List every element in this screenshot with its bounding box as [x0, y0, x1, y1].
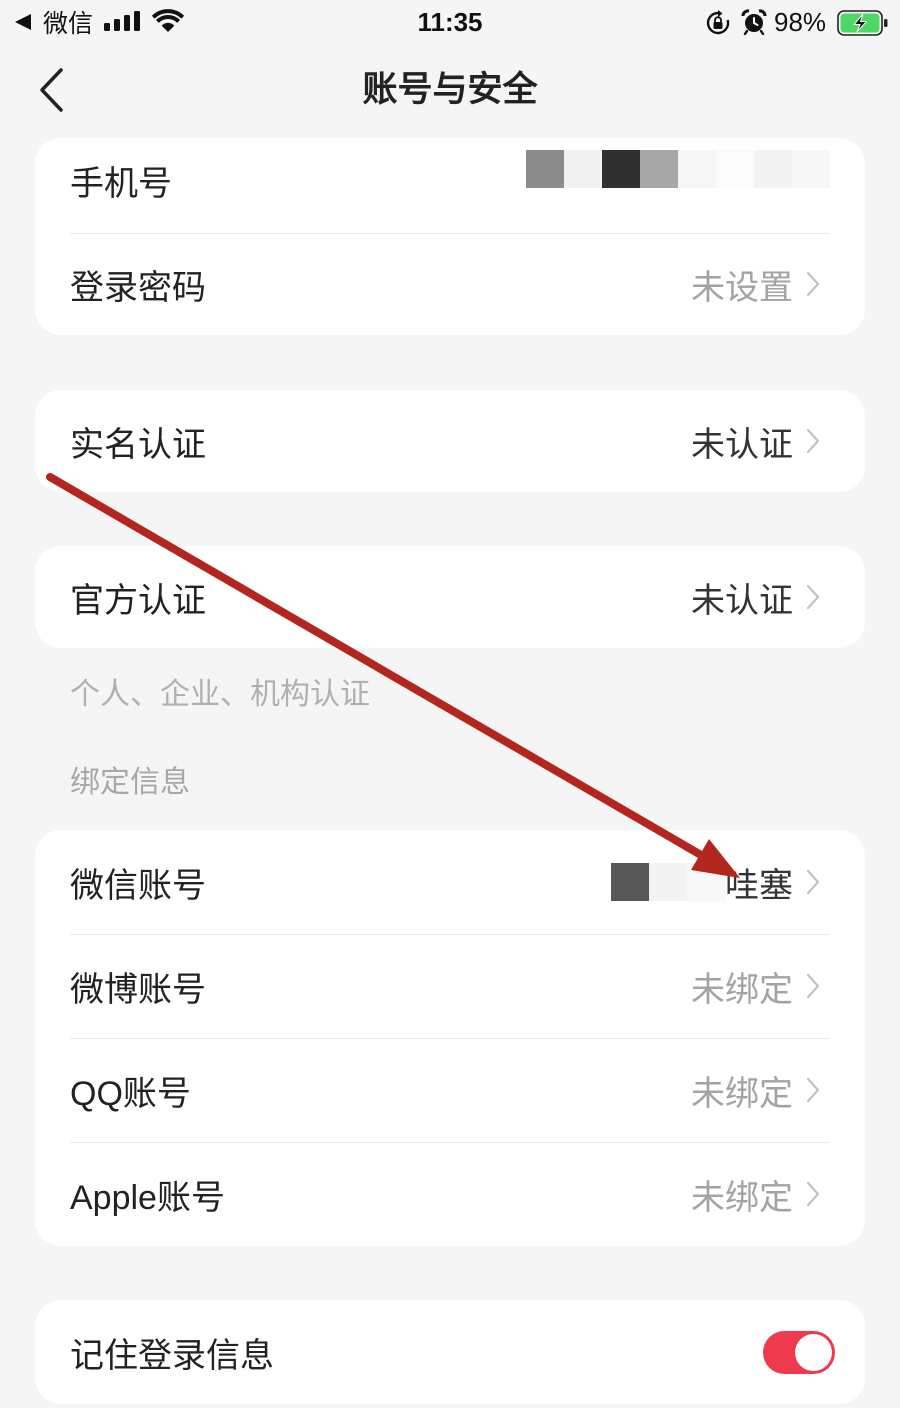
apple-account-row[interactable]: Apple账号 未绑定 [35, 1142, 865, 1246]
real-name-card: 实名认证 未认证 [35, 390, 865, 492]
weibo-label: 微博账号 [70, 970, 206, 1009]
official-card: 官方认证 未认证 [35, 546, 865, 648]
qq-status: 未绑定 [691, 1074, 793, 1113]
official-verification-hint: 个人、企业、机构认证 [70, 678, 370, 711]
remember-login-row: 记住登录信息 [35, 1300, 865, 1404]
chevron-right-icon [806, 869, 820, 895]
official-status: 未认证 [691, 581, 793, 620]
chevron-right-icon [806, 428, 820, 454]
mosaic-block [687, 863, 725, 901]
mosaic-block [754, 150, 792, 188]
account-card: 手机号 登录密码 未设置 [35, 138, 865, 335]
weibo-status: 未绑定 [691, 970, 793, 1009]
qq-label: QQ账号 [70, 1074, 191, 1113]
real-name-verification-row[interactable]: 实名认证 未认证 [35, 390, 865, 492]
login-password-label: 登录密码 [70, 268, 206, 307]
chevron-right-icon [806, 1181, 820, 1207]
binding-card: 微信账号 哇塞 微博账号 未绑定 QQ账号 未绑定 Apple账号 未绑定 [35, 830, 865, 1246]
alarm-icon [741, 9, 767, 35]
weibo-account-row[interactable]: 微博账号 未绑定 [35, 934, 865, 1038]
phone-row[interactable]: 手机号 [35, 138, 865, 233]
remember-login-label: 记住登录信息 [70, 1336, 274, 1375]
mosaic-block [526, 150, 564, 188]
chevron-right-icon [806, 271, 820, 297]
mosaic-block [792, 150, 830, 188]
remember-login-toggle[interactable] [763, 1330, 835, 1374]
binding-section-title: 绑定信息 [70, 766, 190, 799]
battery-percentage: 98% [774, 7, 827, 37]
remember-login-card: 记住登录信息 [35, 1300, 865, 1404]
status-bar: 微信 11:35 98% [0, 0, 900, 46]
chevron-right-icon [806, 1077, 820, 1103]
wechat-label: 微信账号 [70, 866, 206, 905]
redacted-wechat-name [611, 863, 725, 901]
qq-account-row[interactable]: QQ账号 未绑定 [35, 1038, 865, 1142]
mosaic-block [640, 150, 678, 188]
mosaic-block [716, 150, 754, 188]
mosaic-block [611, 863, 649, 901]
mosaic-block [649, 863, 687, 901]
login-password-status: 未设置 [691, 268, 793, 307]
toggle-knob [795, 1333, 832, 1371]
account-security-screen: 微信 11:35 98% 账号与安全 手机号 登录密码 未设置 实名认证 未认证… [0, 0, 900, 1408]
wechat-account-name: 哇塞 [725, 866, 793, 905]
battery-charging-icon [837, 10, 888, 36]
official-verification-row[interactable]: 官方认证 未认证 [35, 546, 865, 648]
chevron-right-icon [806, 973, 820, 999]
rotation-lock-icon [706, 10, 730, 35]
official-label: 官方认证 [70, 581, 206, 620]
login-password-row[interactable]: 登录密码 未设置 [35, 233, 865, 335]
wechat-account-row[interactable]: 微信账号 哇塞 [35, 830, 865, 934]
redacted-phone-number [526, 150, 830, 188]
apple-label: Apple账号 [70, 1178, 225, 1217]
mosaic-block [678, 150, 716, 188]
mosaic-block [564, 150, 602, 188]
chevron-right-icon [806, 584, 820, 610]
apple-status: 未绑定 [691, 1178, 793, 1217]
real-name-label: 实名认证 [70, 425, 206, 464]
mosaic-block [602, 150, 640, 188]
real-name-status: 未认证 [691, 425, 793, 464]
page-title: 账号与安全 [362, 70, 538, 109]
